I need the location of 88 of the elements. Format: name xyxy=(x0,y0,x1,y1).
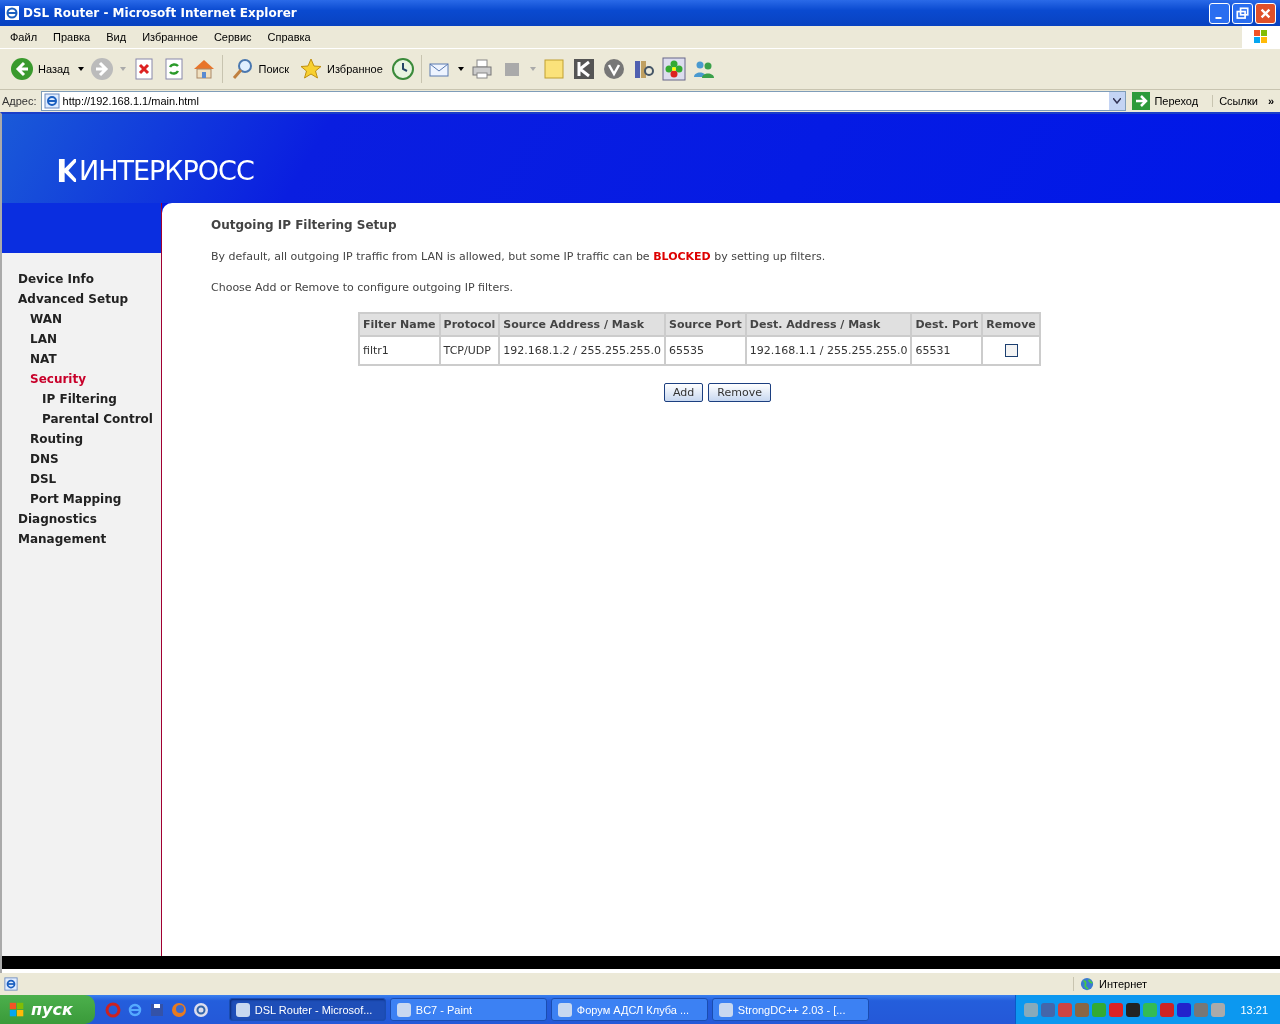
caret-icon[interactable] xyxy=(77,67,84,71)
column-header: Remove xyxy=(982,313,1040,336)
app-icon xyxy=(718,1002,733,1017)
window-title: DSL Router - Microsoft Internet Explorer xyxy=(23,6,297,20)
app-icon xyxy=(557,1002,572,1017)
opera-icon[interactable] xyxy=(104,1001,121,1018)
column-header: Protocol xyxy=(439,313,500,336)
page-icon xyxy=(4,977,18,991)
column-header: Dest. Port xyxy=(911,313,983,336)
close-icon xyxy=(1259,6,1272,20)
favorites-button[interactable]: Избранное xyxy=(297,57,385,81)
table-cell: 192.168.1.1 / 255.255.255.0 xyxy=(745,336,912,365)
caret-icon[interactable] xyxy=(457,67,464,71)
star-icon xyxy=(299,57,323,81)
caret-icon xyxy=(1113,98,1122,104)
clock: 13:21 xyxy=(1240,1003,1268,1016)
nav-link[interactable]: Routing xyxy=(2,429,161,449)
table-cell: 65535 xyxy=(664,336,746,365)
column-header: Dest. Address / Mask xyxy=(745,313,912,336)
printer-icon[interactable] xyxy=(469,57,494,81)
forward-icon[interactable] xyxy=(89,57,114,81)
table-cell: filtr1 xyxy=(359,336,440,365)
page-icon xyxy=(43,93,60,109)
column-header: Filter Name xyxy=(359,313,440,336)
tray-icon[interactable] xyxy=(1126,1002,1141,1017)
nav-link[interactable]: IP Filtering xyxy=(2,389,161,409)
column-header: Source Port xyxy=(664,313,746,336)
address-label: Адрес: xyxy=(2,95,37,107)
tray-icon[interactable] xyxy=(1177,1002,1192,1017)
column-header: Source Address / Mask xyxy=(499,313,665,336)
globe-icon xyxy=(1080,977,1094,991)
note-icon[interactable] xyxy=(541,57,566,81)
menu-item[interactable]: Сервис xyxy=(205,31,260,43)
nav-link[interactable]: Advanced Setup xyxy=(2,289,161,309)
nav-link[interactable]: WAN xyxy=(2,309,161,329)
restore-icon xyxy=(1236,6,1249,20)
menu-item[interactable]: Вид xyxy=(98,31,135,43)
taskbar-button[interactable]: StrongDC++ 2.03 - [... xyxy=(711,998,869,1021)
logo: ИНТЕРКРОСС xyxy=(79,155,254,186)
nav-link[interactable]: LAN xyxy=(2,329,161,349)
app-icon xyxy=(235,1002,250,1017)
go-button[interactable]: Переход xyxy=(1130,92,1209,110)
form-button[interactable]: Remove xyxy=(708,383,771,402)
globe-icon[interactable] xyxy=(170,1001,187,1018)
nav-link[interactable]: NAT xyxy=(2,349,161,369)
table-cell: 65531 xyxy=(911,336,983,365)
menu-item[interactable]: Правка xyxy=(45,31,99,43)
description-text: Choose Add or Remove to configure outgoing IP filters. xyxy=(211,281,514,294)
table-cell: TCP/UDP xyxy=(439,336,500,365)
nav-link[interactable]: Security xyxy=(2,369,161,389)
form-button[interactable]: Add xyxy=(664,383,704,402)
app-icon xyxy=(396,1002,411,1017)
minimize-button[interactable] xyxy=(1209,2,1230,24)
links-button[interactable]: Ссылки xyxy=(1212,95,1264,107)
menu-item[interactable]: Избранное xyxy=(134,31,206,43)
remove-checkbox[interactable] xyxy=(1004,344,1018,358)
nav-link[interactable]: Management xyxy=(2,529,161,549)
nav-link[interactable]: Port Mapping xyxy=(2,489,161,509)
search-button[interactable]: Поиск xyxy=(228,57,291,81)
minimize-icon xyxy=(1215,16,1222,19)
taskbar-button[interactable]: BC7 - Paint xyxy=(389,998,547,1021)
logo-mark-icon xyxy=(58,158,77,183)
address-field[interactable]: http://192.168.1.1/main.html xyxy=(40,91,1127,111)
nav-link[interactable]: DNS xyxy=(2,449,161,469)
dropdown-button[interactable] xyxy=(1109,92,1126,110)
zone-label: Интернет xyxy=(1099,978,1147,990)
history-icon[interactable] xyxy=(390,57,415,81)
page-title: Outgoing IP Filtering Setup xyxy=(211,218,398,232)
table-cell: 192.168.1.2 / 255.255.255.0 xyxy=(499,336,665,365)
k-icon[interactable] xyxy=(571,57,596,81)
more-button[interactable]: » xyxy=(1267,95,1278,107)
restore-button[interactable] xyxy=(1232,2,1253,24)
nav-link[interactable]: Device Info xyxy=(2,269,161,289)
nav-link[interactable]: DSL xyxy=(2,469,161,489)
nav-link[interactable]: Parental Control xyxy=(2,409,161,429)
description-text: By default, all outgoing IP traffic from LAN is allowed, but some IP traffic can be BLOCKED by setting up filters. xyxy=(211,250,827,263)
windows-logo xyxy=(8,1000,26,1019)
taskbar-button[interactable]: Форум АДСЛ Клуба ... xyxy=(550,998,708,1021)
floppy-icon[interactable] xyxy=(148,1001,165,1018)
nav-link[interactable]: Diagnostics xyxy=(2,509,161,529)
flower-icon[interactable] xyxy=(661,57,686,81)
search-icon xyxy=(230,57,255,81)
close-button[interactable] xyxy=(1255,2,1276,24)
taskbar-button[interactable]: DSL Router - Microsof... xyxy=(228,998,386,1021)
back-button[interactable]: Назад xyxy=(8,57,72,81)
menu-item[interactable]: Справка xyxy=(259,31,319,43)
arrow-icon xyxy=(1132,92,1151,110)
menu-item[interactable]: Файл xyxy=(2,31,46,43)
